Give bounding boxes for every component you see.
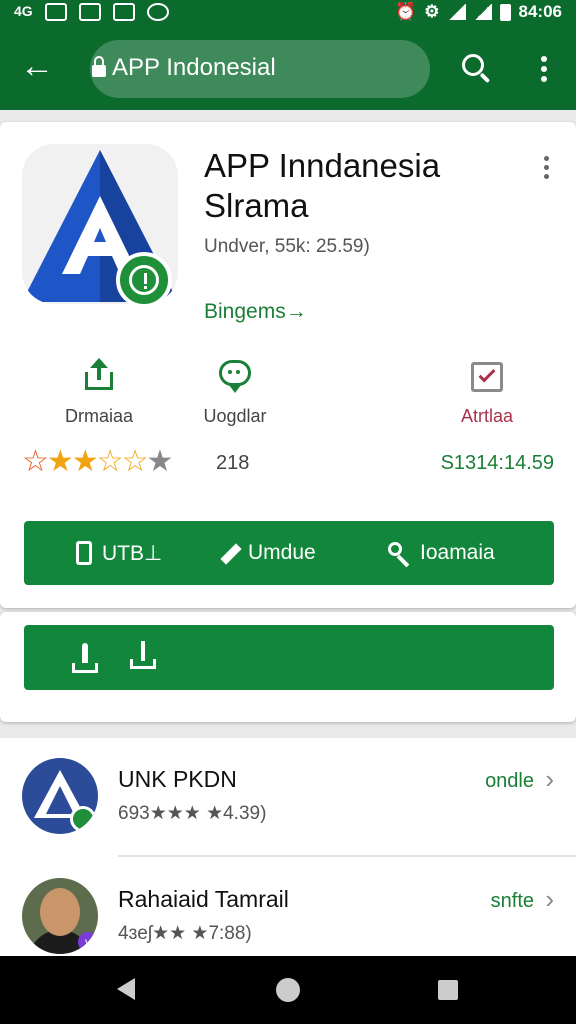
search-text[interactable]: APP Indonesial (112, 54, 276, 82)
list-item[interactable]: UNK PKDN 693★★★ ★4.39) ondle › (0, 738, 576, 848)
pencil-icon (216, 542, 238, 564)
touch-icon (72, 643, 98, 673)
network-label: 4G (14, 3, 33, 19)
app-title: APP Inndanesia Slrama (204, 147, 441, 224)
share-action[interactable]: Drmaiaa (34, 358, 164, 428)
nav-back-icon[interactable] (117, 978, 135, 1000)
developer-link[interactable]: Bingems→ (204, 300, 307, 324)
chat-bubble-icon (217, 358, 253, 394)
phone-button-label: UTB⊥ (102, 541, 163, 565)
lock-icon (92, 56, 106, 78)
key-button-label: Ioamaia (420, 541, 495, 564)
nav-recents-icon[interactable] (438, 980, 458, 1000)
list-item-name: UNK PKDN (118, 766, 237, 792)
share-icon (81, 358, 117, 394)
phone-button[interactable]: UTB⊥ (76, 521, 162, 585)
price: S1314:14.59 (440, 452, 554, 474)
rating-row: ☆★★☆☆★ 218 S1314:14.59 (22, 444, 554, 484)
star-rating: ☆★★☆☆★ (22, 444, 174, 479)
chevron-right-icon: › (545, 884, 554, 914)
calendar-icon (112, 3, 135, 21)
system-nav-bar (0, 956, 576, 1024)
app-meta: Undver, 55k: 25.59) (204, 236, 370, 257)
chevron-right-icon: › (545, 764, 554, 794)
star-icon: ☆ (121, 445, 149, 478)
chat-label: Uogdlar (203, 406, 267, 426)
list-item-action[interactable]: snfte (491, 890, 534, 913)
download-icon (130, 641, 156, 671)
chat-action[interactable]: Uogdlar (170, 358, 300, 428)
update-badge-icon (116, 252, 172, 308)
star-icon: ★ (146, 445, 174, 478)
star-icon: ☆ (96, 445, 124, 478)
phone-icon (76, 541, 92, 565)
mail-label: Atrtlaa (460, 406, 514, 426)
edit-button[interactable]: Umdue (216, 521, 316, 585)
list-item-name: Rahaiaid Tamrail (118, 886, 289, 912)
list-item[interactable]: v Rahaiaid Tamrail 4ɜeʃ★★ ★7:88) snfte › (0, 858, 576, 968)
install-button[interactable] (24, 625, 554, 690)
list-item-sub: 693★★★ ★4.39) (118, 803, 267, 824)
star-icon: ★ (46, 445, 74, 478)
wifi-icon (447, 4, 466, 20)
alarm-icon: ⏰ (395, 2, 417, 21)
nav-home-icon[interactable] (276, 978, 300, 1002)
verified-badge-icon: v (78, 932, 98, 952)
star-icon: ★ (71, 445, 99, 478)
mail-action[interactable]: Atrtlaa (422, 358, 552, 428)
list-item-action[interactable]: ondle (485, 770, 534, 793)
user-avatar: v (22, 878, 98, 954)
mail-icon (469, 358, 505, 394)
share-label: Drmaiaa (64, 406, 134, 426)
list-item-sub: 4ɜeʃ★★ ★7:88) (118, 923, 252, 944)
app-avatar (22, 758, 98, 834)
settings-icon: ⚙ (424, 2, 440, 21)
edit-button-label: Umdue (248, 541, 316, 564)
key-icon (388, 542, 410, 568)
status-bar: 4G ⏰ ⚙ 84:06 (0, 0, 576, 26)
status-left: 4G (14, 3, 169, 21)
search-icon[interactable] (462, 54, 492, 84)
message-icon (44, 3, 67, 21)
key-button[interactable]: Ioamaia (388, 521, 495, 585)
back-arrow-icon[interactable]: ← (20, 46, 56, 86)
star-icon: ☆ (22, 445, 49, 478)
status-time: 84:06 (518, 2, 562, 21)
rating-count: 218 (216, 452, 250, 474)
signal-icon (473, 4, 492, 20)
app-bar: ← APP Indonesial (0, 26, 576, 110)
card-overflow-icon[interactable] (541, 156, 551, 184)
action-button-bar: UTB⊥ Umdue Ioamaia (24, 521, 554, 585)
overflow-menu-icon[interactable] (536, 56, 552, 86)
status-right: ⏰ ⚙ 84:06 (395, 2, 562, 22)
image-icon (78, 3, 101, 21)
divider (118, 855, 576, 857)
battery-icon (499, 3, 511, 21)
chat-icon (146, 3, 169, 21)
check-badge-icon (70, 806, 96, 832)
